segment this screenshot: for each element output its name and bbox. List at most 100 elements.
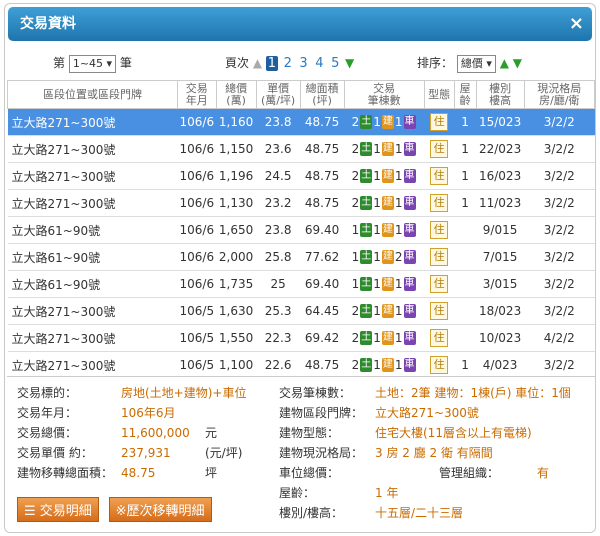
cell-total: 1,550 <box>216 324 257 352</box>
cell-yearmonth: 106/6 <box>177 135 217 163</box>
page-1[interactable]: 1 <box>265 56 278 71</box>
count-car: 1 <box>394 168 403 183</box>
detail-key: 樓別/樓高： <box>279 506 344 520</box>
header-total[interactable]: 總價 (萬) <box>215 80 257 109</box>
cell-type: 住 <box>424 351 455 379</box>
table-row[interactable]: 立大路271~300號 106/5 1,630 25.3 64.45 2 土 1 建 1 車住 18/… <box>7 297 595 325</box>
bld-tag: 建 <box>381 358 394 373</box>
sort-label: 排序： <box>417 56 454 70</box>
header-address[interactable]: 區段位置或區段門牌 <box>7 80 178 109</box>
detail-value: 土地：2筆 建物：1棟(戶) 車位：1個 <box>375 386 571 400</box>
type-chip: 住 <box>430 140 449 158</box>
header-area[interactable]: 總面積 (坪) <box>299 80 345 109</box>
cell-unit: 25.3 <box>256 297 301 325</box>
detail-value: 106年6月 <box>121 406 176 420</box>
header-unit[interactable]: 單價 (萬/坪) <box>255 80 301 109</box>
detail-panel: 交易標的： 房地(土地+建物)+車位 交易年月： 106年6月 交易總價： 11,600,… <box>7 376 595 532</box>
table-row[interactable]: 立大路271~300號 106/6 1,160 23.8 48.75 2 土 1 建 1 車住 1 15… <box>7 108 595 136</box>
detail-buttons: ☰ 交易明細 ※歷次移轉明細 <box>17 497 218 522</box>
cell-floor: 4/023 <box>476 351 525 379</box>
table-row[interactable]: 立大路271~300號 106/6 1,150 23.6 48.75 2 土 1 建 1 車住 1 22… <box>7 135 595 163</box>
land-tag: 土 <box>360 196 373 211</box>
cell-layout: 3/2/2 <box>524 351 595 379</box>
transaction-dialog: 交易資料 × 第 1~45 ▾ 筆 頁次 ▲ 1 2 3 4 5 ▼ 排序： 總… <box>4 3 596 533</box>
detail-row: 交易單價 約： 237,931 (元/坪) <box>17 443 267 463</box>
cell-layout: 3/2/2 <box>524 270 595 298</box>
header-floor[interactable]: 樓別 樓高 <box>475 80 525 109</box>
cell-address: 立大路61~90號 <box>7 243 178 271</box>
prev-page-icon[interactable]: ▲ <box>253 56 262 70</box>
cell-total: 1,160 <box>216 108 257 136</box>
count-bld: 1 <box>373 357 381 372</box>
record-range: 第 1~45 ▾ 筆 <box>53 54 132 73</box>
table-row[interactable]: 立大路271~300號 106/5 1,550 22.3 69.42 2 土 1 建 1 車住 10/… <box>7 324 595 352</box>
detail-left: 交易標的： 房地(土地+建物)+車位 交易年月： 106年6月 交易總價： 11,600,… <box>17 383 267 483</box>
detail-key: 交易年月： <box>17 406 78 420</box>
table-row[interactable]: 立大路271~300號 106/5 1,100 22.6 48.75 2 土 1 建 1 車住 1 4/… <box>7 351 595 379</box>
bld-tag: 建 <box>381 196 394 211</box>
header-type[interactable]: 型態 <box>423 80 455 109</box>
sort-desc-icon[interactable]: ▼ <box>513 56 522 70</box>
header-count[interactable]: 交易 筆棟數 <box>343 80 425 109</box>
count-bld: 1 <box>373 168 381 183</box>
page-5[interactable]: 5 <box>329 56 341 71</box>
cell-yearmonth: 106/6 <box>177 216 217 244</box>
close-icon[interactable]: × <box>569 7 584 41</box>
sort-select[interactable]: 總價 ▾ <box>456 54 496 73</box>
cell-layout: 3/2/2 <box>524 135 595 163</box>
count-car: 2 <box>394 249 403 264</box>
transfer-history-button[interactable]: ※歷次移轉明細 <box>108 497 212 522</box>
page-3[interactable]: 3 <box>298 56 310 71</box>
cell-yearmonth: 106/5 <box>177 324 217 352</box>
table-row[interactable]: 立大路61~90號 106/6 1,735 25 69.40 1 土 1 建 1 車住 3/015 3/… <box>7 270 595 298</box>
table-row[interactable]: 立大路271~300號 106/6 1,130 23.2 48.75 2 土 1 建 1 車住 1 11… <box>7 189 595 217</box>
table-header: 區段位置或區段門牌 交易 年月 總價 (萬) 單價 (萬/坪) 總面積 (坪) 交易 筆棟… <box>7 80 595 109</box>
count-bld: 1 <box>373 303 381 318</box>
cell-floor: 3/015 <box>476 270 525 298</box>
type-chip: 住 <box>430 113 449 131</box>
cell-layout: 3/2/2 <box>524 108 595 136</box>
type-chip: 住 <box>430 221 449 239</box>
cell-address: 立大路271~300號 <box>7 351 178 379</box>
bld-tag: 建 <box>381 169 394 184</box>
transaction-detail-button[interactable]: ☰ 交易明細 <box>17 497 99 522</box>
land-tag: 土 <box>360 223 373 238</box>
header-layout[interactable]: 現況格局 房/廳/衛 <box>523 80 595 109</box>
cell-count: 2土1建1車 <box>344 297 425 325</box>
cell-floor: 16/023 <box>476 162 525 190</box>
cell-layout: 3/2/2 <box>524 216 595 244</box>
header-age[interactable]: 屋齡 <box>453 80 477 109</box>
count-car: 1 <box>394 141 403 156</box>
cell-yearmonth: 106/5 <box>177 297 217 325</box>
cell-count: 1土1建1車 <box>344 216 425 244</box>
cell-type: 住 <box>424 135 455 163</box>
table-row[interactable]: 立大路61~90號 106/6 2,000 25.8 77.62 1 土 1 建 2 車住 7/015… <box>7 243 595 271</box>
car-tag: 車 <box>403 304 416 319</box>
car-tag: 車 <box>403 250 416 265</box>
detail-row: 交易年月： 106年6月 <box>17 403 267 423</box>
cell-floor: 22/023 <box>476 135 525 163</box>
table-row[interactable]: 立大路271~300號 106/6 1,196 24.5 48.75 2 土 1 建 1 車住 1 16… <box>7 162 595 190</box>
page-4[interactable]: 4 <box>313 56 325 71</box>
detail-unit: 元 <box>205 426 218 440</box>
next-page-icon[interactable]: ▼ <box>345 56 354 70</box>
cell-address: 立大路271~300號 <box>7 108 178 136</box>
range-select[interactable]: 1~45 ▾ <box>68 54 117 73</box>
cell-floor: 10/023 <box>476 324 525 352</box>
cell-layout: 4/2/2 <box>524 324 595 352</box>
cell-total: 1,100 <box>216 351 257 379</box>
count-land: 2 <box>351 141 360 156</box>
detail-key: 建物區段門牌： <box>279 406 364 420</box>
page-2[interactable]: 2 <box>282 56 294 71</box>
table-row[interactable]: 立大路61~90號 106/6 1,650 23.8 69.40 1 土 1 建 1 車住 9/015… <box>7 216 595 244</box>
cell-type: 住 <box>424 270 455 298</box>
header-yearmonth[interactable]: 交易 年月 <box>177 80 217 109</box>
range-suffix: 筆 <box>119 56 132 70</box>
sort-asc-icon[interactable]: ▲ <box>500 56 509 70</box>
land-tag: 土 <box>360 358 373 373</box>
cell-floor: 15/023 <box>476 108 525 136</box>
cell-floor: 11/023 <box>476 189 525 217</box>
car-tag: 車 <box>403 169 416 184</box>
cell-age <box>454 297 477 325</box>
count-land: 2 <box>351 330 360 345</box>
